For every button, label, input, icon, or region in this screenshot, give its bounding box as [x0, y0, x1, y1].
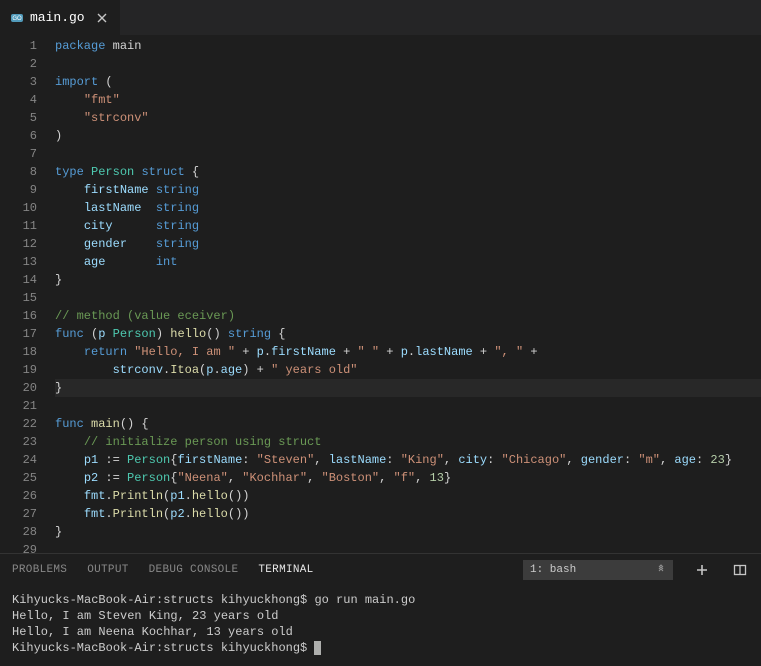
chevron-down-icon [656, 563, 666, 577]
code-line[interactable]: } [55, 379, 761, 397]
tab-label: main.go [30, 10, 88, 25]
tab-bar: GO main.go [0, 0, 761, 35]
code-line[interactable]: package main [55, 37, 761, 55]
close-icon[interactable] [94, 10, 110, 26]
svg-text:GO: GO [12, 16, 22, 22]
terminal-selector-label: 1: bash [530, 564, 576, 576]
code-line[interactable]: lastName string [55, 199, 761, 217]
panel-tab-bar: PROBLEMS OUTPUT DEBUG CONSOLE TERMINAL 1… [0, 554, 761, 586]
split-terminal-icon[interactable] [731, 561, 749, 579]
bottom-panel: PROBLEMS OUTPUT DEBUG CONSOLE TERMINAL 1… [0, 553, 761, 666]
code-line[interactable]: ) [55, 127, 761, 145]
code-line[interactable] [55, 289, 761, 307]
new-terminal-icon[interactable] [693, 561, 711, 579]
code-line[interactable] [55, 397, 761, 415]
code-editor[interactable]: 1234567891011121314151617181920212223242… [0, 35, 761, 553]
tab-problems[interactable]: PROBLEMS [12, 564, 67, 576]
terminal-line: Kihyucks-MacBook-Air:structs kihyuckhong… [12, 640, 749, 656]
code-line[interactable]: fmt.Println(p2.hello()) [55, 505, 761, 523]
tab-output[interactable]: OUTPUT [87, 564, 128, 576]
code-line[interactable]: fmt.Println(p1.hello()) [55, 487, 761, 505]
code-line[interactable]: strconv.Itoa(p.age) + " years old" [55, 361, 761, 379]
code-line[interactable]: import ( [55, 73, 761, 91]
code-line[interactable]: firstName string [55, 181, 761, 199]
terminal[interactable]: Kihyucks-MacBook-Air:structs kihyuckhong… [0, 586, 761, 666]
go-file-icon: GO [10, 11, 24, 25]
terminal-line: Kihyucks-MacBook-Air:structs kihyuckhong… [12, 592, 749, 608]
code-line[interactable]: // method (value eceiver) [55, 307, 761, 325]
code-line[interactable]: p1 := Person{firstName: "Steven", lastNa… [55, 451, 761, 469]
code-line[interactable]: } [55, 523, 761, 541]
tab-debug-console[interactable]: DEBUG CONSOLE [149, 564, 239, 576]
code-line[interactable] [55, 145, 761, 163]
code-line[interactable]: gender string [55, 235, 761, 253]
terminal-selector[interactable]: 1: bash [523, 560, 673, 580]
code-line[interactable]: age int [55, 253, 761, 271]
code-area[interactable]: package main import ( "fmt" "strconv") typ… [55, 37, 761, 553]
line-number-gutter: 1234567891011121314151617181920212223242… [0, 37, 55, 553]
code-line[interactable]: func main() { [55, 415, 761, 433]
code-line[interactable]: "fmt" [55, 91, 761, 109]
terminal-line: Hello, I am Steven King, 23 years old [12, 608, 749, 624]
code-line[interactable]: "strconv" [55, 109, 761, 127]
tab-terminal[interactable]: TERMINAL [258, 564, 313, 576]
terminal-line: Hello, I am Neena Kochhar, 13 years old [12, 624, 749, 640]
code-line[interactable] [55, 541, 761, 553]
code-line[interactable]: } [55, 271, 761, 289]
code-line[interactable]: // initialize person using struct [55, 433, 761, 451]
terminal-cursor [314, 641, 321, 655]
code-line[interactable]: return "Hello, I am " + p.firstName + " … [55, 343, 761, 361]
code-line[interactable]: func (p Person) hello() string { [55, 325, 761, 343]
code-line[interactable]: type Person struct { [55, 163, 761, 181]
tab-main-go[interactable]: GO main.go [0, 0, 120, 35]
code-line[interactable]: city string [55, 217, 761, 235]
code-line[interactable] [55, 55, 761, 73]
code-line[interactable]: p2 := Person{"Neena", "Kochhar", "Boston… [55, 469, 761, 487]
